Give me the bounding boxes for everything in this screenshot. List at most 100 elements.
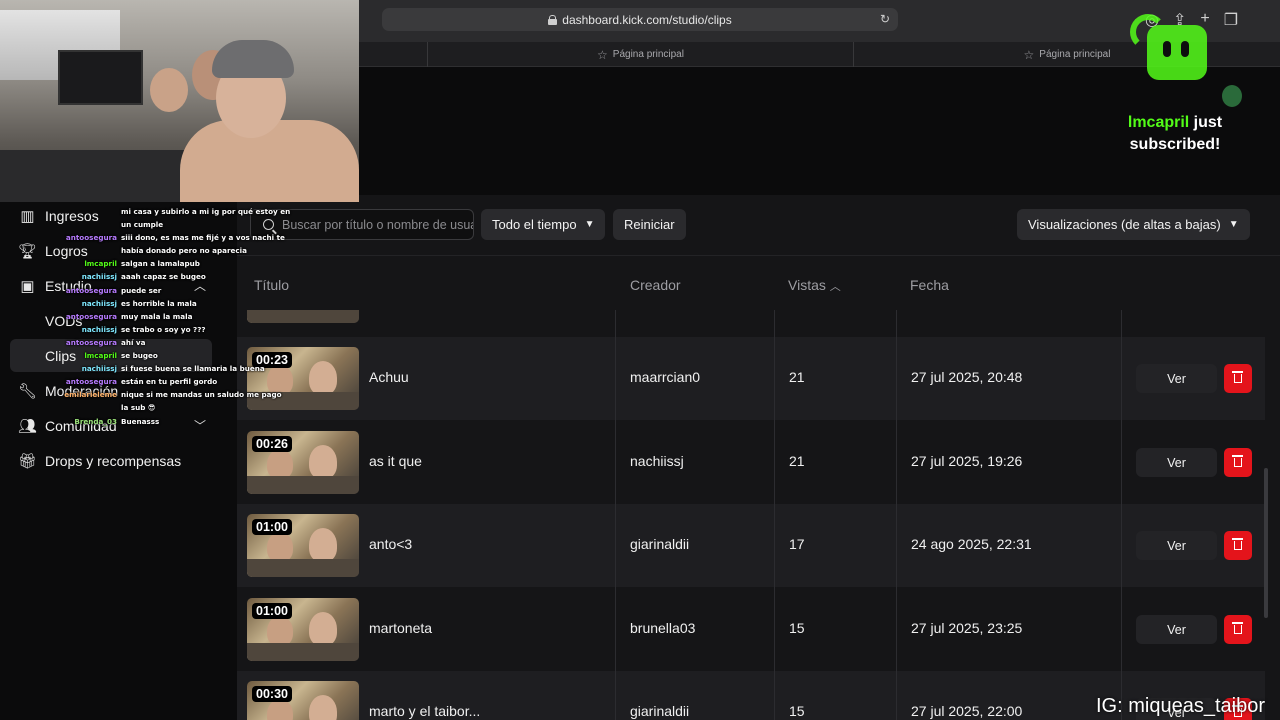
- table-row: 01:00 anto<3 giarinaldii 17 24 ago 2025,…: [237, 504, 1265, 587]
- subscription-alert: lmcapril just subscribed!: [1100, 112, 1250, 156]
- chat-text: si fuese buena se llamaria la buena: [121, 364, 265, 374]
- chat-message: un cumple: [62, 218, 302, 231]
- watermark: IG: miqueas_taibor: [1096, 695, 1265, 717]
- time-filter-dropdown[interactable]: Todo el tiempo ▼: [481, 209, 606, 240]
- chevron-down-icon: ▼: [1228, 219, 1239, 230]
- column-divider: [774, 310, 775, 720]
- view-button[interactable]: Ver: [1136, 531, 1217, 560]
- reset-label: Reiniciar: [624, 217, 675, 232]
- browser-tab-1[interactable]: ☆ Página principal: [427, 42, 853, 67]
- chat-message: lmcapril se bugeo: [62, 349, 302, 362]
- filter-toolbar: Buscar por título o nombre de usuario To…: [237, 195, 1280, 255]
- clip-creator[interactable]: brunella03: [630, 620, 695, 636]
- star-icon: ☆: [1023, 47, 1035, 62]
- tab-title: Página principal: [612, 49, 684, 60]
- screen: dashboard.kick.com/studio/clips ↻ ◎ ⇪ + …: [0, 0, 1280, 720]
- view-button[interactable]: Ver: [1136, 615, 1217, 644]
- tab-overview-icon[interactable]: ❐: [1224, 10, 1238, 30]
- browser-tab-2[interactable]: ☆ Página principal: [853, 42, 1280, 67]
- chat-username: antoosegura: [65, 337, 117, 347]
- chat-username: lmcapril: [84, 259, 117, 269]
- clip-duration: 01:00: [252, 519, 292, 535]
- sort-label: Visualizaciones (de altas a bajas): [1028, 217, 1221, 232]
- chat-message: nachiissj aaah capaz se bugeo: [62, 270, 302, 283]
- trash-icon: [1232, 622, 1243, 634]
- chat-username: nachiissj: [81, 324, 117, 334]
- chat-message: emilarieleme nique si me mandas un saludo…: [62, 388, 302, 401]
- trash-icon: [1232, 455, 1243, 467]
- column-divider: [615, 310, 616, 720]
- clip-date: 27 jul 2025, 19:26: [911, 453, 1023, 469]
- chat-message: antoosegura muy mala la mala: [62, 310, 302, 323]
- view-button[interactable]: Ver: [1136, 364, 1217, 393]
- chat-text: nique si me mandas un saludo me pago: [121, 390, 282, 400]
- sort-dropdown[interactable]: Visualizaciones (de altas a bajas) ▼: [1017, 209, 1250, 240]
- lock-icon: [548, 14, 558, 25]
- sort-asc-icon: ︿: [829, 281, 841, 293]
- chat-text: la sub 😎: [121, 403, 156, 413]
- chat-text: siii dono, es mas me fijé y a vos nachi …: [121, 233, 285, 243]
- clip-date: 27 jul 2025, 23:25: [911, 620, 1023, 636]
- chat-overlay: mi casa y subirlo a mi ig por qué estoy …: [62, 205, 302, 428]
- clip-views: 15: [789, 620, 805, 636]
- clip-creator[interactable]: giarinaldii: [630, 536, 689, 552]
- clip-views: 15: [789, 703, 805, 719]
- kick-logo-icon: [1147, 25, 1207, 80]
- clip-views: 17: [789, 536, 805, 552]
- delete-button[interactable]: [1224, 364, 1252, 393]
- clip-duration: 01:00: [252, 603, 292, 619]
- chat-message: antoosegura puede ser: [62, 284, 302, 297]
- chat-username: lmcapril: [84, 351, 117, 361]
- delete-button[interactable]: [1224, 448, 1252, 477]
- clips-table-body: 00:23 Achuu maarrcian0 21 27 jul 2025, 2…: [237, 310, 1280, 720]
- clip-views: 21: [789, 453, 805, 469]
- scrollbar-thumb[interactable]: [1264, 468, 1268, 618]
- clip-title[interactable]: marto y el taibor...: [369, 703, 480, 719]
- clip-title[interactable]: martoneta: [369, 620, 432, 636]
- address-bar[interactable]: dashboard.kick.com/studio/clips ↻: [382, 8, 898, 31]
- webcam-overlay: [0, 0, 359, 202]
- alert-username: lmcapril: [1127, 114, 1190, 131]
- delete-button[interactable]: [1224, 615, 1252, 644]
- star-icon: ☆: [597, 47, 608, 62]
- users-icon: 👥︎: [17, 417, 38, 435]
- reset-button[interactable]: Reiniciar: [613, 209, 686, 240]
- chat-message: nachiissj si fuese buena se llamaria la b…: [62, 362, 302, 375]
- chat-text: aaah capaz se bugeo: [121, 272, 206, 282]
- clip-creator[interactable]: nachiissj: [630, 453, 684, 469]
- clip-thumbnail[interactable]: 01:00: [247, 598, 359, 661]
- clip-duration: 00:30: [252, 686, 292, 702]
- chat-text: un cumple: [121, 220, 164, 230]
- chat-username: emilarieleme: [64, 390, 117, 400]
- reload-icon[interactable]: ↻: [880, 12, 890, 26]
- clip-title[interactable]: as it que: [369, 453, 422, 469]
- chevron-down-icon: ▼: [584, 219, 595, 230]
- clip-creator[interactable]: giarinaldii: [630, 703, 689, 719]
- clip-thumbnail[interactable]: 00:26: [247, 431, 359, 494]
- chat-message: nachiissj es horrible la mala: [62, 297, 302, 310]
- chat-message: había donado pero no aparecia: [62, 244, 302, 257]
- chat-username: antoosegura: [65, 377, 117, 387]
- search-placeholder: Buscar por título o nombre de usuario: [282, 217, 474, 232]
- sidebar-item-drops[interactable]: 🎁︎ Drops y recompensas: [10, 444, 212, 477]
- delete-button[interactable]: [1224, 531, 1252, 560]
- chat-message: antoosegura siii dono, es mas me fijé y a…: [62, 231, 302, 244]
- column-divider: [1121, 310, 1122, 720]
- clip-title[interactable]: Achuu: [369, 369, 409, 385]
- bar-chart-icon: ▥: [20, 207, 35, 225]
- trophy-icon: 🏆︎: [17, 242, 38, 260]
- header-creator[interactable]: Creador: [630, 277, 681, 293]
- sidebar-item-label: Drops y recompensas: [45, 452, 182, 469]
- clip-creator[interactable]: maarrcian0: [630, 369, 700, 385]
- clip-thumbnail[interactable]: 01:00: [247, 514, 359, 577]
- clip-date: 27 jul 2025, 20:48: [911, 369, 1023, 385]
- chat-text: están en tu perfil gordo: [121, 377, 218, 387]
- header-views[interactable]: Vistas ︿: [788, 277, 841, 294]
- clip-title[interactable]: anto<3: [369, 536, 412, 552]
- chat-message: antoosegura están en tu perfil gordo: [62, 375, 302, 388]
- view-button[interactable]: Ver: [1136, 448, 1217, 477]
- clips-panel: Buscar por título o nombre de usuario To…: [237, 195, 1280, 720]
- header-date[interactable]: Fecha: [910, 277, 949, 293]
- chat-text: había donado pero no aparecia: [121, 246, 247, 256]
- clip-thumbnail[interactable]: 00:30: [247, 681, 359, 720]
